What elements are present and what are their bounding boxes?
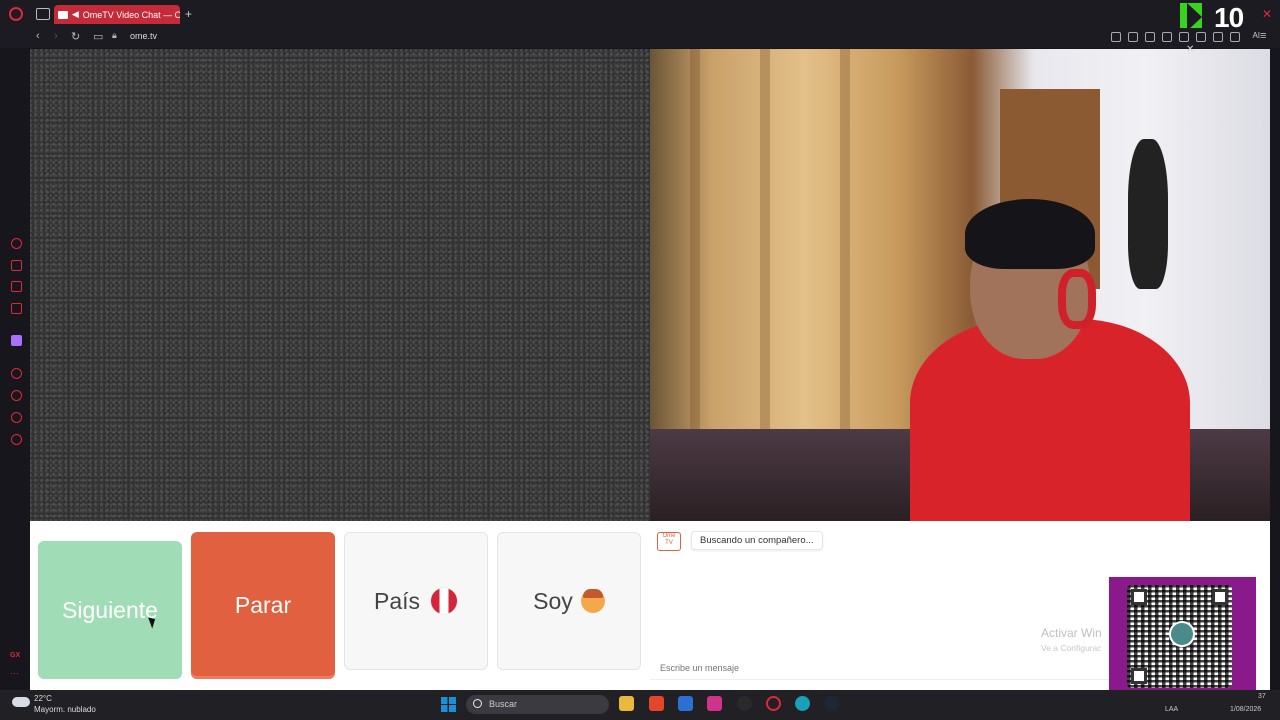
sidebar-clock-icon[interactable] <box>11 390 22 401</box>
translate-icon[interactable] <box>1162 32 1172 42</box>
play-icon[interactable] <box>1179 32 1189 42</box>
opera-logo-icon[interactable] <box>9 7 23 21</box>
headset <box>1058 269 1096 329</box>
lock-icon[interactable]: 🔒︎ <box>112 30 117 41</box>
qr-logo-icon <box>1169 621 1195 647</box>
taskbar-search-placeholder: Buscar <box>489 699 518 709</box>
url-field[interactable]: ome.tv <box>130 31 157 41</box>
camera-icon[interactable]: ▭ <box>93 30 103 43</box>
download-icon[interactable] <box>1213 32 1223 42</box>
sidebar-gx-icon[interactable]: GX <box>10 652 20 659</box>
language-indicator[interactable]: LAA <box>1165 706 1178 713</box>
windows-start-icon[interactable] <box>441 697 456 712</box>
ometv-favicon-icon <box>58 10 68 19</box>
self-camera-video <box>650 49 1270 521</box>
clock-date[interactable]: 1/08/2026 <box>1230 706 1261 713</box>
heart-icon[interactable] <box>1196 32 1206 42</box>
speaker-icon[interactable]: ◀ <box>72 9 79 20</box>
chat-divider <box>650 679 1110 680</box>
curtain-fold <box>690 49 700 429</box>
pin-icon[interactable] <box>1111 32 1121 42</box>
opera-gx-icon[interactable] <box>766 696 781 711</box>
peru-flag-icon <box>430 587 459 615</box>
overlay-close-icon[interactable]: ✕ <box>1186 44 1194 55</box>
curtain-fold <box>760 49 770 429</box>
sidebar-pinboard-icon[interactable] <box>11 412 22 423</box>
forward-icon[interactable]: › <box>54 30 58 42</box>
k-logo-icon <box>1180 3 1202 31</box>
instagram-icon[interactable] <box>707 696 722 711</box>
guitar <box>1128 139 1168 289</box>
person-hair <box>965 199 1095 269</box>
browser-tab-ometv[interactable]: ◀ OmeTV Video Chat — O <box>54 5 180 24</box>
brave-icon[interactable] <box>649 696 664 711</box>
stop-button-label: Parar <box>234 592 292 618</box>
country-button-label: País <box>373 587 421 614</box>
sidebar-instagram-icon[interactable] <box>11 281 22 292</box>
ometv-chat-logo: Ome TV <box>657 532 681 551</box>
sidebar-feeds-icon[interactable] <box>11 260 22 271</box>
close-window-icon[interactable]: ✕ <box>1262 7 1272 21</box>
toolbar-icons <box>1111 32 1240 42</box>
boy-avatar-icon <box>580 589 605 613</box>
taskbar-search[interactable] <box>466 695 609 714</box>
activate-windows-subtitle: Ve a Configurac <box>1041 643 1102 653</box>
steam-icon[interactable] <box>824 696 839 711</box>
qr-finder <box>1131 668 1147 684</box>
qr-finder <box>1131 589 1147 605</box>
qr-finder <box>1212 589 1228 605</box>
search-icon <box>473 699 482 708</box>
stop-button[interactable]: Parar <box>191 532 335 679</box>
curtain-fold <box>840 49 850 429</box>
tab-title: OmeTV Video Chat — O <box>82 9 180 20</box>
clock-time[interactable]: 37 <box>1258 693 1266 700</box>
mail-icon[interactable] <box>678 696 693 711</box>
country-button[interactable]: País <box>344 532 488 670</box>
next-button-label: Siguiente <box>62 596 158 623</box>
gender-button[interactable]: Soy <box>497 532 641 670</box>
sidebar-more-icon[interactable]: ··· <box>10 668 19 678</box>
gender-button-label: Soy <box>533 587 573 614</box>
address-bar: ‹ › ↻ ▭ 🔒︎ ome.tv AI ≡ <box>0 28 1280 48</box>
weather-description[interactable]: Mayorm. nublado <box>34 705 96 714</box>
reload-icon[interactable]: ↻ <box>71 30 80 43</box>
file-explorer-icon[interactable] <box>619 696 634 711</box>
sidebar-settings-icon[interactable] <box>11 434 22 445</box>
windows-taskbar <box>0 690 1280 720</box>
cloud-icon[interactable] <box>12 697 30 707</box>
next-button[interactable]: Siguiente <box>38 541 182 679</box>
shield-icon[interactable] <box>1145 32 1155 42</box>
menu-icon[interactable]: ≡ <box>1260 30 1266 42</box>
sidebar-history-icon[interactable] <box>11 238 22 249</box>
ai-button[interactable]: AI <box>1252 31 1260 40</box>
sidebar-player-icon[interactable] <box>11 368 22 379</box>
weather-temperature[interactable]: 22°C <box>34 694 52 703</box>
edge-icon[interactable] <box>795 696 810 711</box>
partner-video-static <box>30 49 650 521</box>
chat-message-input[interactable] <box>658 662 1102 674</box>
chat-status-message: Buscando un compañero... <box>691 531 823 550</box>
wallet-icon[interactable] <box>1230 32 1240 42</box>
tab-overview-icon[interactable] <box>36 8 50 20</box>
obs-icon[interactable] <box>737 696 752 711</box>
snapshot-icon[interactable] <box>1128 32 1138 42</box>
activate-windows-title: Activar Win <box>1041 626 1102 640</box>
new-tab-button[interactable]: + <box>185 7 192 21</box>
browser-sidebar: GX ··· <box>0 48 30 690</box>
browser-tab-bar: ◀ OmeTV Video Chat — O + 10 ✕ <box>0 0 1280 33</box>
back-icon[interactable]: ‹ <box>36 30 40 42</box>
sidebar-twitch-icon[interactable] <box>11 335 22 346</box>
sidebar-m-icon[interactable] <box>11 303 22 314</box>
